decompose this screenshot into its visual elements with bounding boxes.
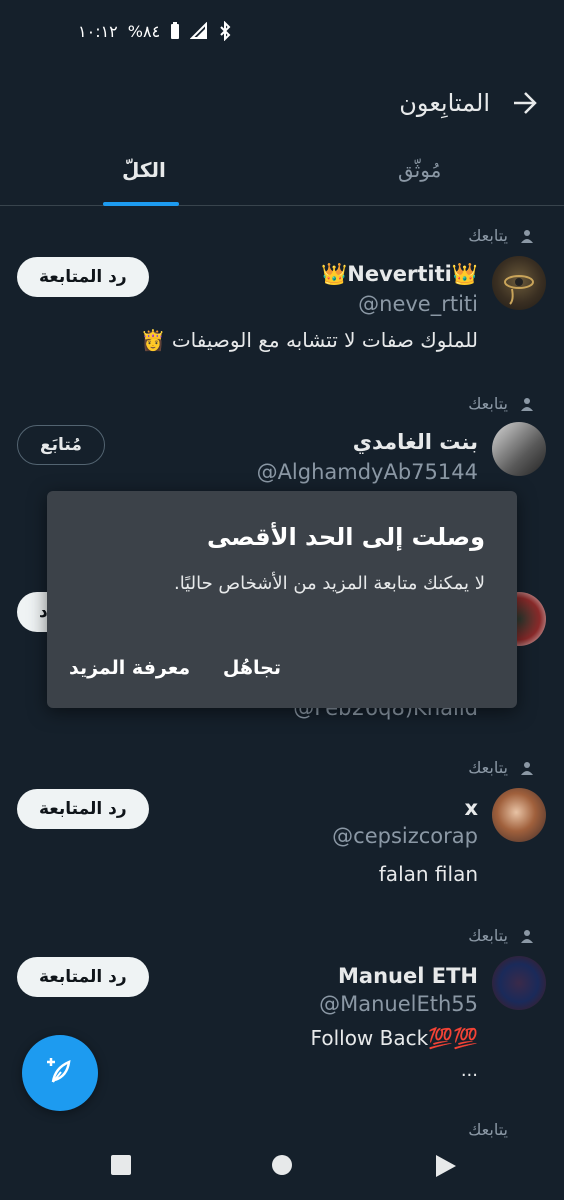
user-name: x: [464, 796, 478, 820]
list-item[interactable]: يتابعك x @cepsizcorap falan filan رد الم…: [0, 740, 564, 910]
avatar[interactable]: [492, 422, 546, 476]
page-header: المتابِعون: [0, 62, 564, 144]
follow-back-button[interactable]: رد المتابعة: [17, 257, 149, 297]
follows-you-label: يتابعك: [468, 394, 508, 413]
user-handle: @ManuelEth55: [319, 992, 478, 1016]
user-handle: @cepsizcorap: [332, 824, 478, 848]
person-icon: [520, 228, 534, 247]
person-icon: [520, 928, 534, 947]
user-handle: @AlghamdyAb75144: [256, 460, 478, 484]
square-icon[interactable]: [111, 1155, 131, 1179]
arrow-right-icon[interactable]: [512, 90, 538, 120]
tab-verified[interactable]: مُوثّق: [398, 158, 441, 182]
user-bio: Follow Back💯💯: [310, 1026, 478, 1050]
list-item[interactable]: يتابعك 👑Nevertiti👑 @neve_rtiti للملوك صف…: [0, 206, 564, 386]
following-button[interactable]: مُتابَع: [17, 425, 105, 465]
user-bio: للملوك صفات لا تتشابه مع الوصيفات 👸: [140, 328, 478, 352]
dismiss-button[interactable]: تجاهُل: [223, 657, 281, 679]
follows-you-text: يتابعك: [468, 226, 508, 245]
compose-feather-icon: [43, 1054, 77, 1092]
limit-reached-dialog: وصلت إلى الحد الأقصى لا يمكنك متابعة الم…: [47, 491, 517, 708]
compose-button[interactable]: [22, 1035, 98, 1111]
person-icon: [520, 396, 534, 415]
bio-more: ...: [460, 1060, 478, 1081]
avatar[interactable]: [492, 256, 546, 310]
follows-you-text: يتابعك: [468, 394, 508, 413]
signal-icon: [190, 22, 208, 40]
follows-you-label: يتابعك: [468, 926, 508, 945]
follows-you-text: يتابعك: [468, 926, 508, 945]
status-bar: ١٠:١٢ %٨٤: [0, 0, 564, 62]
dialog-title: وصلت إلى الحد الأقصى: [206, 523, 485, 551]
system-nav-bar: [0, 1130, 564, 1200]
follows-you-text: يتابعك: [468, 758, 508, 777]
follow-back-button[interactable]: رد المتابعة: [17, 957, 149, 997]
follow-back-button[interactable]: رد المتابعة: [17, 789, 149, 829]
list-item[interactable]: يتابعك بنت الغامدي @AlghamdyAb75144 مُتا…: [0, 386, 564, 486]
dialog-message: لا يمكنك متابعة المزيد من الأشخاص حاليًا…: [173, 573, 485, 594]
battery-percent: %٨٤: [127, 21, 161, 41]
person-icon: [520, 760, 534, 779]
user-handle: @neve_rtiti: [358, 292, 478, 316]
bluetooth-icon: [218, 21, 232, 41]
user-name: بنت الغامدي: [352, 430, 478, 454]
user-name: Manuel ETH: [338, 964, 478, 988]
circle-icon[interactable]: [272, 1155, 292, 1179]
follows-you-label: يتابعك: [468, 226, 508, 245]
tab-all[interactable]: الكلّ: [122, 158, 166, 182]
tab-bar: مُوثّق الكلّ: [0, 144, 564, 206]
follows-you-label: يتابعك: [468, 758, 508, 777]
status-time: ١٠:١٢: [78, 21, 118, 41]
avatar[interactable]: [492, 956, 546, 1010]
battery-icon: [170, 22, 180, 40]
triangle-icon[interactable]: [434, 1155, 456, 1181]
page-title: المتابِعون: [399, 89, 490, 117]
avatar[interactable]: [492, 788, 546, 842]
user-bio: falan filan: [378, 862, 478, 886]
learn-more-button[interactable]: معرفة المزيد: [69, 657, 190, 679]
user-name: 👑Nevertiti👑: [321, 262, 478, 286]
